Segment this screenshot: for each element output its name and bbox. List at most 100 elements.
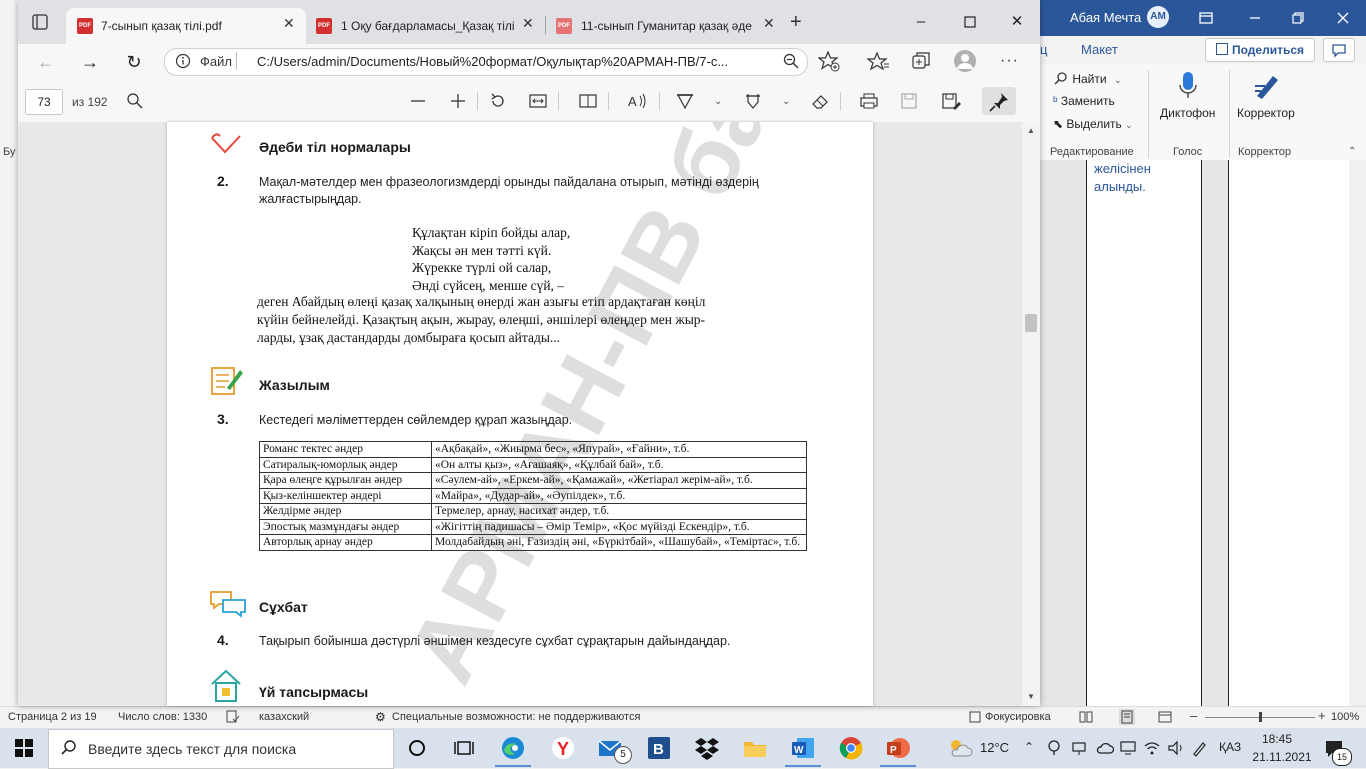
page-view-icon[interactable] xyxy=(577,90,599,112)
rotate-icon[interactable] xyxy=(487,90,509,112)
yandex-browser-icon[interactable]: Y xyxy=(549,734,577,762)
display-icon[interactable] xyxy=(1119,739,1137,757)
url-text[interactable]: C:/Users/admin/Documents/Новый%20формат/… xyxy=(257,54,767,69)
tab-label[interactable]: 11-сынып Гуманитар қазақ әде xyxy=(581,19,753,33)
word-app-icon[interactable]: W xyxy=(789,734,817,762)
word-user-name[interactable]: Абая Мечта xyxy=(1070,10,1141,25)
zoom-out-button[interactable]: – xyxy=(1190,708,1197,723)
file-explorer-icon[interactable] xyxy=(741,734,769,762)
powerpoint-icon[interactable]: P xyxy=(884,734,912,762)
add-favorite-icon[interactable] xyxy=(818,50,840,72)
web-layout-icon[interactable] xyxy=(1158,710,1172,724)
read-aloud-icon[interactable]: A xyxy=(626,90,648,112)
info-icon[interactable] xyxy=(175,53,191,69)
chevron-down-icon[interactable]: ⌄ xyxy=(714,96,722,107)
clock-time[interactable]: 18:45 xyxy=(1252,732,1302,746)
more-options-icon[interactable]: ··· xyxy=(1000,52,1019,70)
dropbox-icon[interactable] xyxy=(693,734,721,762)
draw-icon[interactable] xyxy=(674,90,696,112)
maximize-icon[interactable] xyxy=(960,12,980,32)
pdf-page[interactable]: АРМАН-ПВ баспасы Әдеби тіл нормалары 2. … xyxy=(167,122,873,706)
help-icon[interactable] xyxy=(1045,739,1063,757)
minimize-icon[interactable] xyxy=(1245,8,1265,28)
comments-button[interactable] xyxy=(1323,38,1355,62)
avatar[interactable]: АМ xyxy=(1147,6,1169,28)
pdf-scrollbar[interactable]: ▲ ▼ xyxy=(1022,122,1040,706)
status-page[interactable]: Страница 2 из 19 xyxy=(8,711,97,723)
close-icon[interactable]: ✕ xyxy=(522,15,534,32)
search-icon[interactable] xyxy=(124,90,146,112)
zoom-out-icon[interactable] xyxy=(407,90,429,112)
restore-icon[interactable] xyxy=(1288,8,1308,28)
editor-pen-icon[interactable] xyxy=(1251,70,1283,102)
corrector-label[interactable]: Корректор xyxy=(1237,106,1295,120)
chevron-up-icon[interactable]: ⌃ xyxy=(1024,740,1034,754)
refresh-button[interactable]: ↻ xyxy=(120,50,148,74)
select-button[interactable]: ⬉ Выделить ⌄ xyxy=(1053,117,1133,131)
zoom-in-button[interactable]: + xyxy=(1318,708,1326,723)
input-language[interactable]: ҚАЗ xyxy=(1219,740,1241,754)
favorites-icon[interactable] xyxy=(866,50,890,72)
pdf-scrollbar-thumb[interactable] xyxy=(1025,314,1037,332)
minimize-icon[interactable]: – xyxy=(911,12,931,32)
tab-actions-icon[interactable] xyxy=(28,12,52,32)
save-icon[interactable] xyxy=(898,90,920,112)
pin-toolbar-button[interactable] xyxy=(982,87,1016,115)
cortana-icon[interactable] xyxy=(403,734,431,762)
find-button[interactable]: Найти ⌄ xyxy=(1053,71,1121,86)
close-icon[interactable]: ✕ xyxy=(283,15,295,32)
microphone-icon[interactable] xyxy=(1176,70,1200,102)
chevron-down-icon[interactable]: ⌄ xyxy=(782,96,790,107)
status-language[interactable]: казахский xyxy=(259,711,309,723)
page-number-input[interactable]: 73 xyxy=(25,89,63,115)
print-layout-icon[interactable] xyxy=(1119,709,1135,725)
clock-date[interactable]: 21.11.2021 xyxy=(1252,750,1312,764)
highlight-icon[interactable] xyxy=(742,90,764,112)
close-icon[interactable]: ✕ xyxy=(763,15,775,32)
weather-icon[interactable] xyxy=(946,736,974,760)
close-icon[interactable]: ✕ xyxy=(1007,12,1027,32)
share-button[interactable]: Поделиться xyxy=(1205,38,1315,62)
accessibility-icon[interactable]: ⚙ xyxy=(375,710,386,724)
weather-temperature[interactable]: 12°C xyxy=(980,740,1009,755)
wifi-icon[interactable] xyxy=(1143,739,1161,757)
word-scrollbar[interactable] xyxy=(1349,160,1366,706)
print-icon[interactable] xyxy=(858,90,880,112)
new-tab-button[interactable]: + xyxy=(790,11,802,34)
pen-workspace-icon[interactable] xyxy=(1191,739,1209,757)
collections-icon[interactable] xyxy=(910,50,934,72)
replace-button[interactable]: ᵇ Заменить xyxy=(1053,94,1115,108)
scroll-up-icon[interactable]: ▲ xyxy=(1027,126,1035,135)
forward-button[interactable]: → xyxy=(76,50,104,74)
close-icon[interactable] xyxy=(1333,8,1353,28)
word-page-column-right[interactable] xyxy=(1228,160,1349,706)
proofing-icon[interactable] xyxy=(226,710,240,724)
dictaphone-label[interactable]: Диктофон xyxy=(1160,106,1215,120)
back-button[interactable]: ← xyxy=(32,50,60,74)
ribbon-display-icon[interactable] xyxy=(1196,8,1216,28)
word-page-column[interactable] xyxy=(1086,160,1202,706)
windows-start-icon[interactable] xyxy=(14,738,34,758)
status-word-count[interactable]: Число слов: 1330 xyxy=(118,711,207,723)
task-view-icon[interactable] xyxy=(450,734,478,762)
collapse-ribbon-icon[interactable]: ⌃ xyxy=(1348,146,1356,157)
read-mode-icon[interactable] xyxy=(1079,710,1093,724)
tab-layout[interactable]: Макет xyxy=(1081,42,1118,57)
status-focus[interactable]: Фокусировка xyxy=(985,711,1051,723)
eraser-icon[interactable] xyxy=(809,90,831,112)
tab-label[interactable]: 1 Оқу бағдарламасы_Қазақ тілі xyxy=(341,19,516,33)
cloud-icon[interactable] xyxy=(1095,740,1115,756)
chrome-icon[interactable] xyxy=(837,734,865,762)
edge-browser-icon[interactable] xyxy=(499,734,527,762)
status-zoom[interactable]: 100% xyxy=(1331,711,1359,723)
zoom-icon[interactable] xyxy=(782,52,800,70)
status-accessibility[interactable]: Специальные возможности: не поддерживают… xyxy=(392,711,640,723)
save-as-icon[interactable] xyxy=(940,90,962,112)
profile-avatar-icon[interactable] xyxy=(954,50,976,72)
scroll-down-icon[interactable]: ▼ xyxy=(1027,692,1035,701)
word-document-text[interactable]: желісінен алынды. xyxy=(1094,160,1194,196)
zoom-slider-thumb[interactable] xyxy=(1259,712,1262,722)
fit-width-icon[interactable] xyxy=(527,90,549,112)
b-app-icon[interactable]: B xyxy=(645,734,673,762)
focus-icon[interactable] xyxy=(968,710,982,724)
